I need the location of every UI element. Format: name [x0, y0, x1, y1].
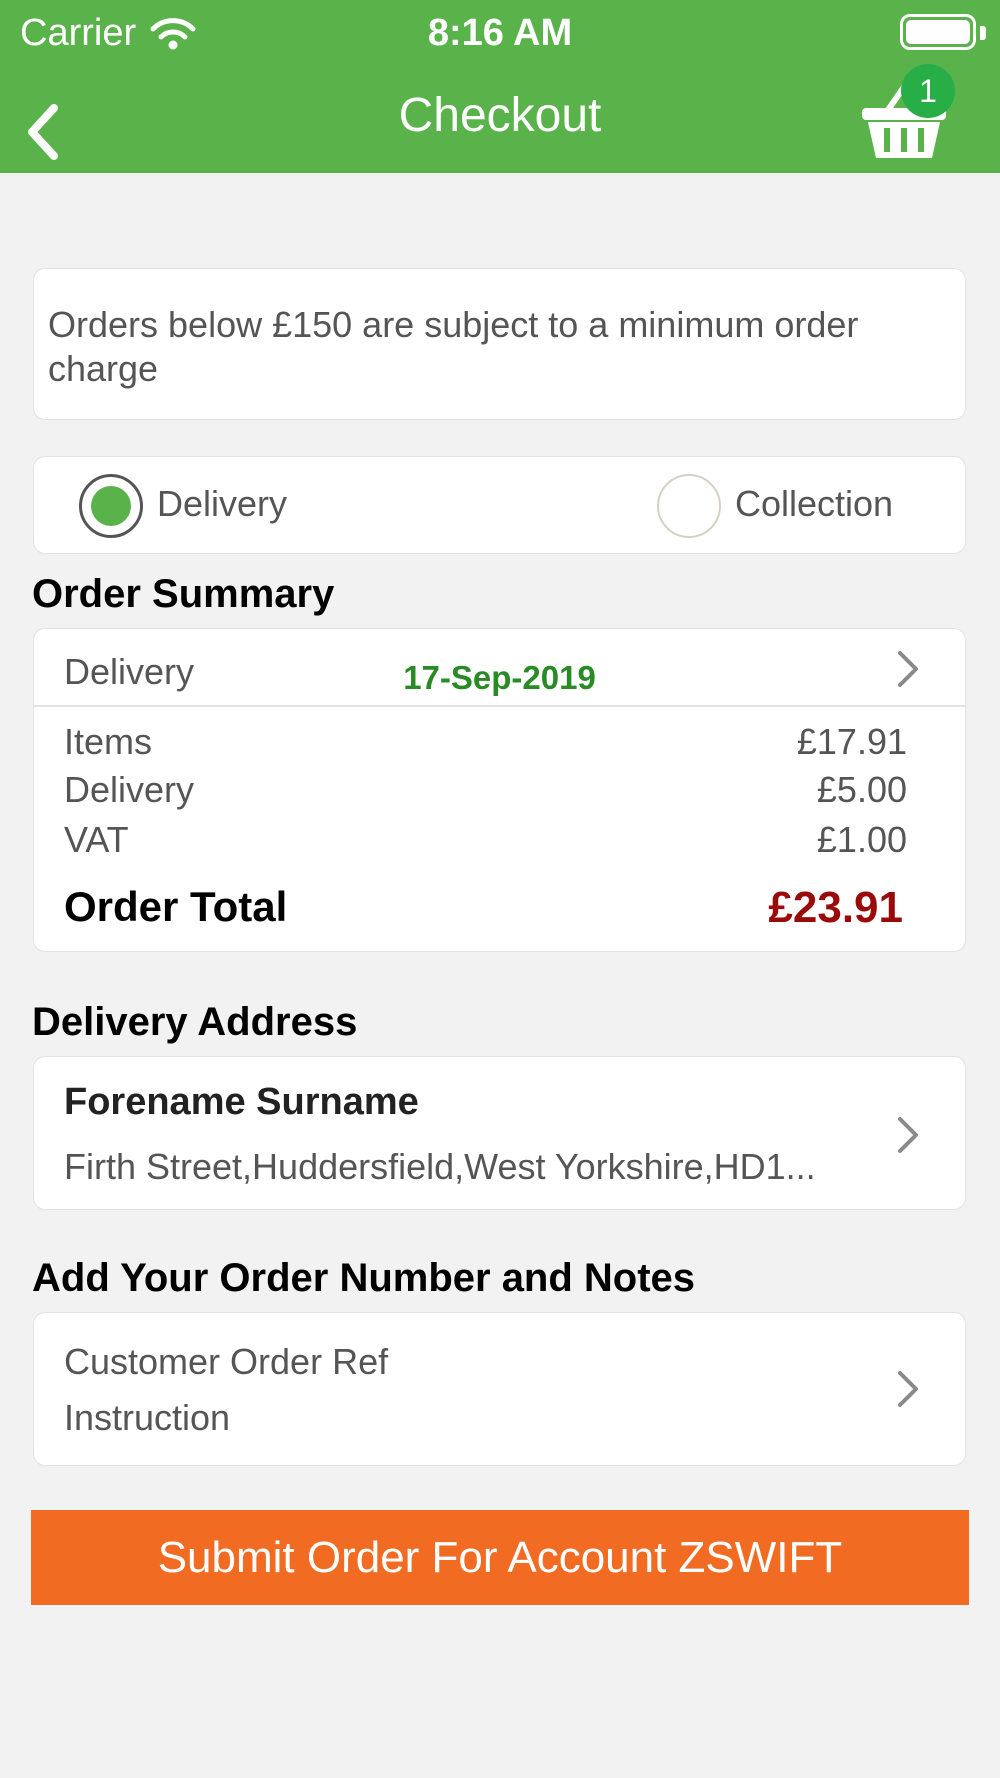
order-summary-heading: Order Summary — [32, 572, 335, 616]
delivery-radio[interactable] — [79, 474, 143, 538]
collection-option-label[interactable]: Collection — [735, 483, 893, 525]
delivery-option-label[interactable]: Delivery — [157, 483, 287, 525]
delivery-charge-label: Delivery — [64, 769, 195, 810]
chevron-right-icon — [898, 1371, 918, 1407]
battery-icon — [900, 14, 976, 50]
address-name: Forename Surname — [64, 1081, 419, 1123]
delivery-address-heading: Delivery Address — [32, 1000, 358, 1044]
minimum-order-notice: Orders below £150 are subject to a minim… — [33, 268, 966, 420]
order-total-label: Order Total — [64, 883, 288, 930]
chevron-right-icon — [898, 1117, 918, 1153]
collection-radio[interactable] — [657, 474, 721, 538]
order-notes-heading: Add Your Order Number and Notes — [32, 1256, 696, 1300]
order-summary-card: Delivery 17-Sep-2019 Items £17.91 Delive… — [33, 628, 966, 952]
notice-text: Orders below £150 are subject to a minim… — [48, 304, 859, 389]
items-label: Items — [64, 721, 153, 762]
submit-order-button[interactable]: Submit Order For Account ZSWIFT — [31, 1510, 969, 1605]
page-title: Checkout — [398, 89, 602, 142]
delivery-date-row[interactable]: Delivery 17-Sep-2019 — [34, 629, 965, 707]
order-notes-card[interactable]: Customer Order Ref Instruction — [33, 1312, 966, 1466]
cart-count-badge: 1 — [901, 64, 955, 118]
delivery-address-card[interactable]: Forename Surname Firth Street,Huddersfie… — [33, 1056, 966, 1210]
customer-order-ref-label: Customer Order Ref — [64, 1341, 389, 1382]
vat-label: VAT — [64, 819, 129, 860]
status-bar-time: 8:16 AM — [427, 12, 573, 54]
items-value: £17.91 — [796, 721, 907, 762]
chevron-right-icon — [898, 651, 918, 687]
delivery-date: 17-Sep-2019 — [403, 659, 596, 696]
instruction-label: Instruction — [64, 1397, 231, 1438]
battery-nub — [980, 26, 986, 40]
vat-value: £1.00 — [816, 819, 907, 860]
order-total-value: £23.91 — [768, 883, 903, 932]
delivery-charge-value: £5.00 — [816, 769, 907, 810]
fulfilment-toggle: Delivery Collection — [33, 456, 966, 554]
nav-bar: Carrier 8:16 AM Checkout 1 — [0, 0, 1000, 173]
address-line: Firth Street,Huddersfield,West Yorkshire… — [64, 1146, 816, 1187]
